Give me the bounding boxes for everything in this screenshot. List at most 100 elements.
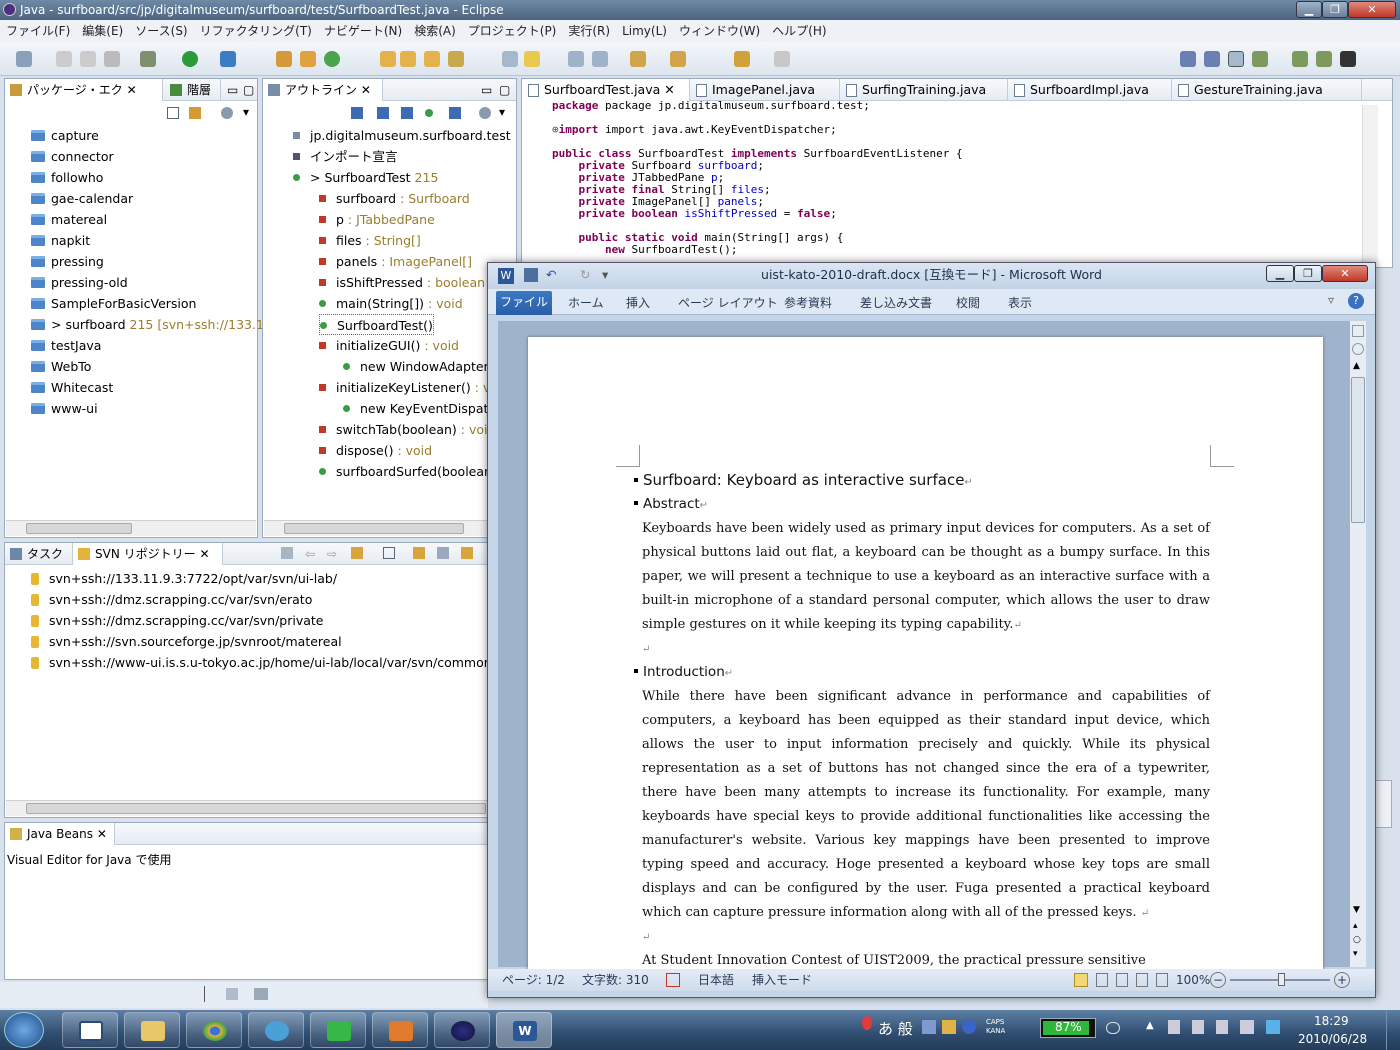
prev-page-icon[interactable]: ▴ bbox=[1353, 921, 1358, 931]
prev-annotation-icon[interactable] bbox=[670, 51, 686, 67]
menu-item[interactable]: 検索(A) bbox=[408, 20, 462, 42]
scroll-down-icon[interactable]: ▼ bbox=[1353, 905, 1360, 915]
tab-home[interactable]: ホーム bbox=[568, 292, 604, 314]
menu-item[interactable]: ソース(S) bbox=[129, 20, 193, 42]
network-icon[interactable] bbox=[1192, 1020, 1204, 1034]
full-screen-icon[interactable] bbox=[1096, 973, 1108, 987]
menu-item[interactable]: ヘルプ(H) bbox=[766, 20, 832, 42]
print-layout-icon[interactable] bbox=[1074, 973, 1088, 987]
outline-item[interactable]: jp.digitalmuseum.surfboard.test bbox=[293, 125, 511, 146]
start-button[interactable] bbox=[4, 1012, 44, 1048]
external-tools-icon[interactable] bbox=[220, 51, 236, 67]
proofing-icon[interactable] bbox=[666, 973, 680, 987]
scroll-up-icon[interactable]: ▲ bbox=[1353, 361, 1360, 371]
hide-fields-icon[interactable] bbox=[377, 107, 389, 119]
web-layout-icon[interactable] bbox=[1116, 973, 1128, 987]
project-item[interactable]: > surfboard 215 [svn+ssh://133.11 bbox=[31, 314, 272, 335]
menu-item[interactable]: Limy(L) bbox=[616, 20, 673, 42]
hide-nonpublic-icon[interactable] bbox=[425, 109, 433, 117]
taskbar-chrome[interactable] bbox=[186, 1012, 242, 1048]
outline-item[interactable]: initializeGUI() : void bbox=[319, 335, 459, 356]
sort-icon[interactable] bbox=[351, 107, 363, 119]
save-all-icon[interactable] bbox=[80, 51, 96, 67]
refresh-icon[interactable] bbox=[351, 547, 363, 559]
svn-repository[interactable]: svn+ssh://www-ui.is.s.u-tokyo.ac.jp/home… bbox=[31, 652, 499, 673]
tab-package-explorer[interactable]: パッケージ・エク ✕ bbox=[5, 79, 163, 101]
tab-page-layout[interactable]: ページ レイアウト bbox=[678, 292, 778, 314]
menu-item[interactable]: ウィンドウ(W) bbox=[673, 20, 766, 42]
perspective-resource-icon[interactable] bbox=[1316, 51, 1332, 67]
toggle-mark-icon[interactable] bbox=[502, 51, 518, 67]
menu-item[interactable]: 実行(R) bbox=[562, 20, 616, 42]
scroll-thumb[interactable] bbox=[1351, 377, 1365, 523]
code-text[interactable]: package package jp.digitalmuseum.surfboa… bbox=[552, 100, 963, 256]
hide-static-icon[interactable] bbox=[401, 107, 413, 119]
ime-help-icon[interactable] bbox=[962, 1020, 976, 1034]
run-icon[interactable] bbox=[182, 51, 198, 67]
editor-tab[interactable]: ImagePanel.java bbox=[690, 79, 840, 101]
home-icon[interactable] bbox=[281, 547, 293, 559]
svn-repository[interactable]: svn+ssh://133.11.9.3:7722/opt/var/svn/ui… bbox=[31, 568, 337, 589]
project-item[interactable]: SampleForBasicVersion bbox=[31, 293, 196, 314]
word-maximize-button[interactable]: ❐ bbox=[1294, 265, 1322, 282]
project-item[interactable]: followho bbox=[31, 167, 103, 188]
ime-mode[interactable]: あ 般 bbox=[878, 1018, 913, 1039]
pan-icon[interactable] bbox=[1352, 343, 1364, 355]
taskbar-app-green[interactable] bbox=[310, 1012, 366, 1048]
editor-tab[interactable]: SurfingTraining.java bbox=[840, 79, 1008, 101]
search-icon[interactable] bbox=[448, 51, 464, 67]
perspective-java-icon[interactable] bbox=[1228, 51, 1244, 67]
open-folder-icon[interactable] bbox=[424, 51, 440, 67]
file-tab[interactable]: ファイル bbox=[496, 291, 552, 315]
outline-item[interactable]: dispose() : void bbox=[319, 440, 432, 461]
outline-item[interactable]: SurfboardTest() bbox=[319, 314, 434, 335]
svn-repository[interactable]: svn+ssh://svn.sourceforge.jp/svnroot/mat… bbox=[31, 631, 342, 652]
draft-view-icon[interactable] bbox=[1156, 973, 1168, 987]
editor-scrollbar[interactable] bbox=[1362, 105, 1378, 265]
browse-object-icon[interactable]: ○ bbox=[1353, 935, 1361, 945]
outline-item[interactable]: initializeKeyListener() : v bbox=[319, 377, 490, 398]
project-item[interactable]: testJava bbox=[31, 335, 101, 356]
open-type-icon[interactable] bbox=[380, 51, 396, 67]
tab-references[interactable]: 参考資料 bbox=[784, 292, 832, 314]
menu-item[interactable]: 編集(E) bbox=[76, 20, 129, 42]
block-selection-icon[interactable] bbox=[592, 51, 608, 67]
memory-icon[interactable] bbox=[254, 988, 268, 1000]
clock-time[interactable]: 18:29 bbox=[1314, 1014, 1349, 1028]
svn-repository[interactable]: svn+ssh://dmz.scrapping.cc/var/svn/priva… bbox=[31, 610, 324, 631]
tab-mailings[interactable]: 差し込み文書 bbox=[860, 292, 932, 314]
collapse-all-icon[interactable] bbox=[383, 547, 395, 559]
fast-view-icon[interactable] bbox=[226, 988, 238, 1000]
perspective-svn-icon[interactable] bbox=[1180, 51, 1196, 67]
ribbon-expand-icon[interactable]: ▿ bbox=[1328, 293, 1334, 307]
menu-item[interactable]: ファイル(F) bbox=[0, 20, 76, 42]
language[interactable]: 日本語 bbox=[698, 969, 734, 991]
back-icon[interactable]: ⇦ bbox=[305, 543, 315, 565]
outline-view-icon[interactable] bbox=[1136, 973, 1148, 987]
project-item[interactable]: capture bbox=[31, 125, 99, 146]
minimize-view-icon[interactable]: ▭ bbox=[481, 79, 492, 101]
ime-tool-icon[interactable] bbox=[922, 1020, 936, 1034]
tab-tasks[interactable]: タスク bbox=[5, 543, 73, 565]
project-item[interactable]: napkit bbox=[31, 230, 90, 251]
bluetooth-icon[interactable] bbox=[1266, 1020, 1280, 1034]
view-menu-icon[interactable] bbox=[479, 107, 491, 119]
help-icon[interactable]: ? bbox=[1348, 293, 1364, 309]
zoom-level[interactable]: 100% bbox=[1176, 969, 1210, 991]
chevron-down-icon[interactable]: ▾ bbox=[243, 105, 249, 119]
zoom-in-icon[interactable]: + bbox=[1334, 972, 1350, 988]
page-count[interactable]: ページ: 1/2 bbox=[502, 969, 565, 991]
view-menu-icon[interactable] bbox=[221, 107, 233, 119]
next-annotation-icon[interactable] bbox=[630, 51, 646, 67]
checkout-icon[interactable] bbox=[461, 547, 473, 559]
clock-date[interactable]: 2010/06/28 bbox=[1298, 1032, 1367, 1046]
menu-item[interactable]: ナビゲート(N) bbox=[318, 20, 408, 42]
project-item[interactable]: gae-calendar bbox=[31, 188, 133, 209]
tab-hierarchy[interactable]: 階層 bbox=[165, 79, 221, 101]
outline-item[interactable]: isShiftPressed : boolean bbox=[319, 272, 485, 293]
new-java-project-icon[interactable] bbox=[276, 51, 292, 67]
zoom-out-icon[interactable]: − bbox=[1210, 972, 1226, 988]
tab-review[interactable]: 校閲 bbox=[956, 292, 980, 314]
customize-qat-icon[interactable]: ▾ bbox=[602, 263, 608, 287]
project-item[interactable]: WebTo bbox=[31, 356, 91, 377]
